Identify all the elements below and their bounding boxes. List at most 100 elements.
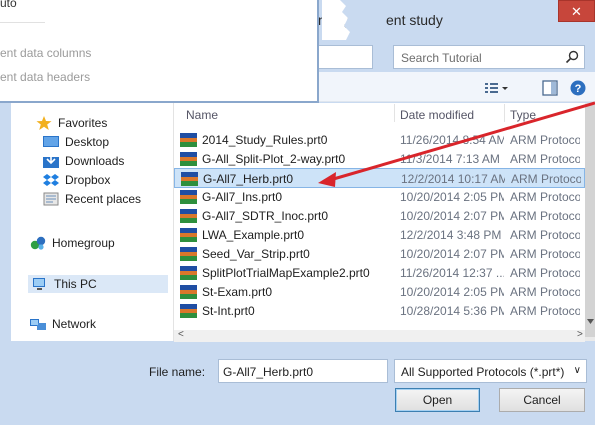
file-type: ARM Protoco [510, 266, 580, 280]
preview-pane-icon[interactable] [541, 79, 559, 97]
file-row[interactable]: St-Int.prt0 10/28/2014 5:36 PM ARM Protoco [174, 301, 585, 321]
file-name: LWA_Example.prt0 [202, 228, 305, 242]
protocol-file-icon [180, 266, 197, 280]
protocol-file-icon [180, 285, 197, 299]
search-input[interactable]: Search Tutorial [393, 45, 585, 69]
column-header-name[interactable]: Name [186, 108, 218, 122]
nav-item-desktop[interactable]: Desktop [43, 133, 109, 151]
file-row[interactable]: G-All_Split-Plot_2-way.prt0 11/3/2014 7:1… [174, 149, 585, 169]
file-row[interactable]: G-All7_Ins.prt0 10/20/2014 2:05 PM ARM Pro… [174, 187, 585, 207]
scroll-down-icon[interactable] [586, 317, 595, 326]
file-type: ARM Protoco [510, 190, 580, 204]
star-icon [36, 116, 52, 130]
nav-item-homegroup[interactable]: Homegroup [30, 234, 115, 252]
file-date: 11/3/2014 7:13 AM [400, 152, 500, 166]
file-name: St-Exam.prt0 [202, 285, 273, 299]
file-row[interactable]: Seed_Var_Strip.prt0 10/20/2014 2:07 PM ARM… [174, 244, 585, 264]
search-placeholder: Search Tutorial [401, 51, 482, 65]
scroll-right-icon[interactable]: > [577, 329, 583, 340]
search-icon[interactable] [564, 49, 580, 65]
dropbox-icon [43, 174, 59, 186]
file-type: ARM Protoco [510, 152, 580, 166]
nav-item-dropbox[interactable]: Dropbox [43, 171, 110, 189]
file-row[interactable]: LWA_Example.prt0 12/2/2014 3:48 PM ARM Pro… [174, 225, 585, 245]
file-type-filter[interactable]: All Supported Protocols (*.prt*) ∨ [394, 359, 587, 383]
protocol-file-icon [180, 209, 197, 223]
file-row[interactable]: G-All7_Herb.prt0 12/2/2014 10:17 AM ARM Pr… [174, 168, 585, 188]
nav-item-network[interactable]: Network [30, 315, 96, 333]
file-type: ARM Protoco [510, 285, 580, 299]
file-row[interactable]: SplitPlotTrialMapExample2.prt0 11/26/2014… [174, 263, 585, 283]
dialog-title: ent study [386, 12, 443, 28]
overlay-fragment: uto [0, 0, 17, 10]
protocol-file-icon [181, 172, 198, 186]
nav-label: Homegroup [52, 236, 115, 250]
nav-label: Favorites [58, 116, 108, 130]
protocol-file-icon [180, 133, 197, 147]
file-date: 10/28/2014 5:36 PM [400, 304, 504, 318]
file-name: G-All7_Herb.prt0 [203, 172, 294, 186]
open-button[interactable]: Open [395, 388, 480, 412]
nav-label: Network [52, 317, 97, 331]
overlay-options-panel: uto ent data columns ent data headers [0, 0, 319, 103]
nav-label: Desktop [65, 135, 110, 149]
nav-label: This PC [54, 277, 97, 291]
nav-label: Recent places [65, 192, 142, 206]
chevron-down-icon: ∨ [573, 365, 581, 376]
protocol-file-icon [180, 228, 197, 242]
file-name: 2014_Study_Rules.prt0 [202, 133, 328, 147]
computer-icon [33, 278, 45, 290]
file-type-filter-value: All Supported Protocols (*.prt*) [401, 365, 565, 379]
nav-item-downloads[interactable]: Downloads [43, 152, 124, 170]
close-button[interactable]: ✕ [558, 0, 595, 22]
file-date: 11/26/2014 12:37 ... [400, 266, 504, 280]
file-row[interactable]: St-Exam.prt0 10/20/2014 2:05 PM ARM Protoc… [174, 282, 585, 302]
column-separator [504, 104, 505, 122]
address-bar[interactable] [318, 45, 373, 69]
protocol-file-icon [180, 152, 197, 166]
file-date: 11/26/2014 8:54 AM [400, 133, 504, 147]
homegroup-icon [30, 236, 46, 250]
nav-item-this-pc[interactable]: This PC [28, 275, 168, 293]
file-type: ARM Protoco [511, 172, 581, 186]
svg-text:?: ? [575, 83, 582, 95]
nav-item-favorites[interactable]: Favorites [36, 114, 107, 132]
file-type: ARM Protoco [510, 247, 580, 261]
nav-label: Downloads [65, 154, 125, 168]
help-icon[interactable]: ? [569, 79, 587, 97]
cancel-button[interactable]: Cancel [499, 388, 585, 412]
file-name: G-All_Split-Plot_2-way.prt0 [202, 152, 346, 166]
column-separator [394, 104, 395, 122]
desktop-icon [43, 136, 59, 147]
file-date: 10/20/2014 2:05 PM [400, 285, 504, 299]
network-icon [30, 319, 46, 330]
file-date: 10/20/2014 2:07 PM [400, 209, 504, 223]
file-name: Seed_Var_Strip.prt0 [202, 247, 310, 261]
change-view-icon[interactable] [483, 79, 509, 97]
protocol-file-icon [180, 304, 197, 318]
file-date: 12/2/2014 3:48 PM [400, 228, 502, 242]
file-name: St-Int.prt0 [202, 304, 255, 318]
file-name: G-All7_SDTR_Inoc.prt0 [202, 209, 329, 223]
nav-label: Dropbox [65, 173, 111, 187]
column-header-type[interactable]: Type [510, 108, 536, 122]
file-name-input[interactable]: G-All7_Herb.prt0 [218, 359, 388, 383]
protocol-file-icon [180, 190, 197, 204]
file-row[interactable]: 2014_Study_Rules.prt0 11/26/2014 8:54 AM A… [174, 130, 585, 150]
overlay-option-columns[interactable]: ent data columns [0, 46, 91, 60]
file-row[interactable]: G-All7_SDTR_Inoc.prt0 10/20/2014 2:07 PM A… [174, 206, 585, 226]
overlay-option-headers[interactable]: ent data headers [0, 70, 90, 84]
scroll-thumb[interactable] [585, 105, 595, 337]
file-name: SplitPlotTrialMapExample2.prt0 [202, 266, 370, 280]
scroll-left-icon[interactable]: < [178, 329, 184, 340]
horizontal-scrollbar[interactable] [174, 330, 585, 342]
file-date: 10/20/2014 2:07 PM [400, 247, 504, 261]
file-type: ARM Protoco [510, 304, 580, 318]
file-date: 12/2/2014 10:17 AM [401, 172, 505, 186]
file-name: G-All7_Ins.prt0 [202, 190, 283, 204]
column-header-date[interactable]: Date modified [400, 108, 474, 122]
recent-places-icon [43, 192, 59, 206]
overlay-divider [0, 22, 45, 23]
file-type: ARM Protoco [510, 209, 580, 223]
nav-item-recent-places[interactable]: Recent places [43, 190, 141, 208]
